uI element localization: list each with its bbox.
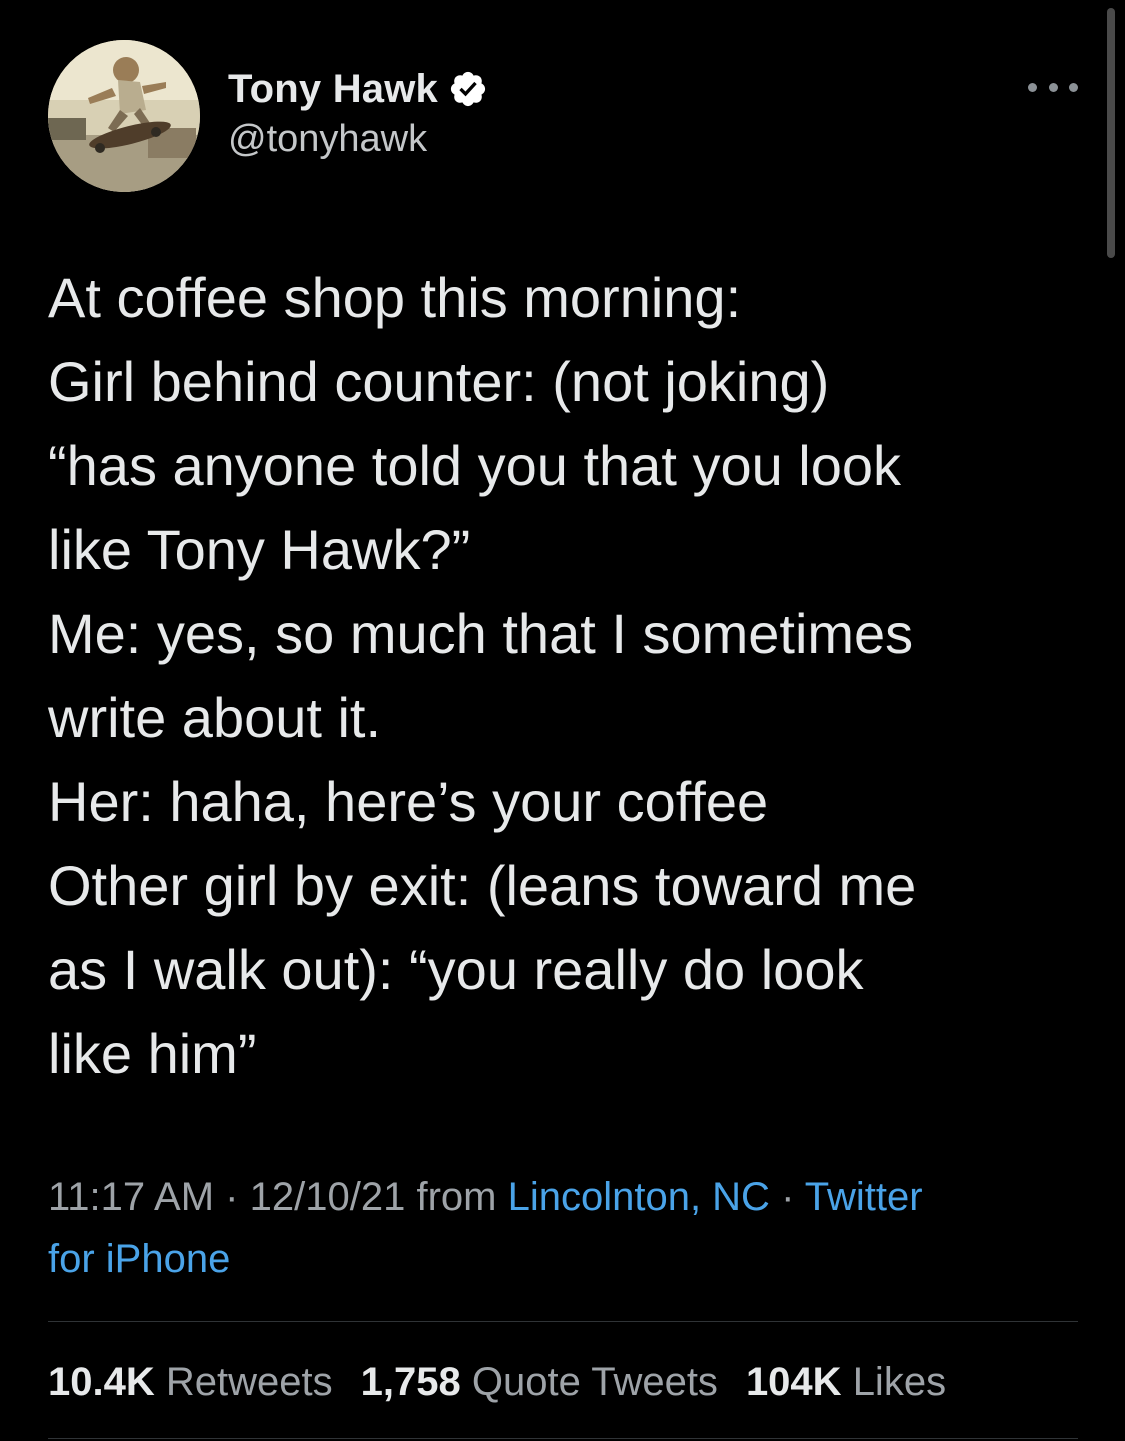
likes-label: Likes — [852, 1360, 947, 1404]
avatar-photo — [48, 40, 200, 192]
tweet-line: like him” — [48, 1022, 257, 1085]
tweet-date[interactable]: 12/10/21 — [250, 1175, 406, 1219]
tweet-line: Girl behind counter: (not joking) — [48, 350, 830, 413]
divider — [48, 1438, 1078, 1439]
likes-count: 104K — [745, 1360, 842, 1404]
quote-tweets-stat[interactable]: 1,758 Quote Tweets — [361, 1360, 718, 1404]
tweet-line: write about it. — [48, 686, 382, 749]
tweet-line: as I walk out): “you really do look — [48, 938, 864, 1001]
location-link[interactable]: Lincolnton, NC — [508, 1175, 770, 1219]
retweets-stat[interactable]: 10.4K Retweets — [48, 1360, 333, 1404]
tweet-line: Other girl by exit: (leans toward me — [48, 854, 917, 917]
separator-dot: · — [225, 1175, 239, 1219]
tweet-line: At coffee shop this morning: — [48, 266, 742, 329]
engagement-stats: 10.4K Retweets 1,758 Quote Tweets 104K Lik… — [48, 1352, 946, 1412]
author-display-name[interactable]: Tony Hawk — [228, 67, 438, 112]
tweet-line: “has anyone told you that you look — [48, 434, 902, 497]
tweet-metadata: 11:17 AM · 12/10/21 from Lincolnton, NC … — [48, 1166, 1078, 1290]
more-dot — [1028, 82, 1037, 92]
more-dot — [1069, 82, 1078, 92]
separator-dot: · — [781, 1175, 795, 1219]
author-handle[interactable]: @tonyhawk — [228, 118, 427, 161]
verified-badge-icon — [448, 69, 488, 109]
from-label: from — [416, 1175, 497, 1219]
author-name-row[interactable]: Tony Hawk — [228, 64, 488, 114]
more-dot — [1048, 82, 1058, 92]
source-link-continued[interactable]: for iPhone — [48, 1237, 230, 1281]
more-options-icon[interactable] — [1028, 74, 1078, 100]
divider — [48, 1321, 1078, 1322]
scrollbar[interactable] — [1107, 8, 1115, 258]
tweet-line: like Tony Hawk?” — [48, 518, 471, 581]
tweet-text: At coffee shop this morning: Girl behind… — [48, 256, 1088, 1096]
retweets-count: 10.4K — [48, 1360, 155, 1404]
tweet-line: Her: haha, here’s your coffee — [48, 770, 769, 833]
quote-tweets-label: Quote Tweets — [471, 1360, 718, 1404]
quote-tweets-count: 1,758 — [360, 1360, 461, 1404]
tweet-line: Me: yes, so much that I sometimes — [48, 602, 914, 665]
source-link[interactable]: Twitter — [805, 1175, 923, 1219]
avatar[interactable] — [48, 40, 200, 192]
likes-stat[interactable]: 104K Likes — [746, 1360, 946, 1404]
tweet-time[interactable]: 11:17 AM — [48, 1175, 214, 1219]
retweets-label: Retweets — [165, 1360, 333, 1404]
